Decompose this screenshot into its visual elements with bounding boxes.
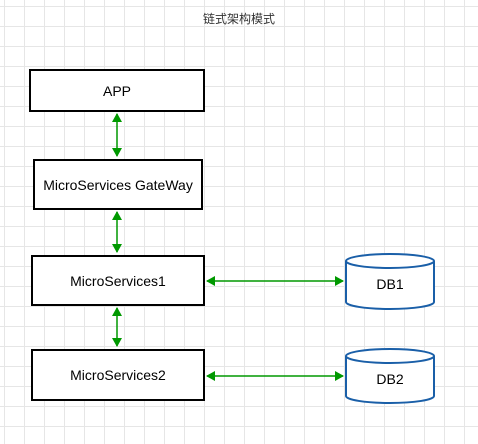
microservices2-node[interactable]: MicroServices2	[31, 349, 205, 401]
gateway-node[interactable]: MicroServices GateWay	[33, 159, 203, 210]
gateway-node-label: MicroServices GateWay	[43, 176, 193, 193]
microservices2-node-label: MicroServices2	[70, 367, 166, 383]
microservices1-node[interactable]: MicroServices1	[31, 255, 205, 306]
microservices1-node-label: MicroServices1	[70, 272, 166, 289]
db2-label: DB2	[376, 371, 404, 387]
app-node-label: APP	[102, 82, 131, 99]
db1-label: DB1	[376, 276, 404, 292]
app-node[interactable]: APP	[29, 69, 205, 112]
